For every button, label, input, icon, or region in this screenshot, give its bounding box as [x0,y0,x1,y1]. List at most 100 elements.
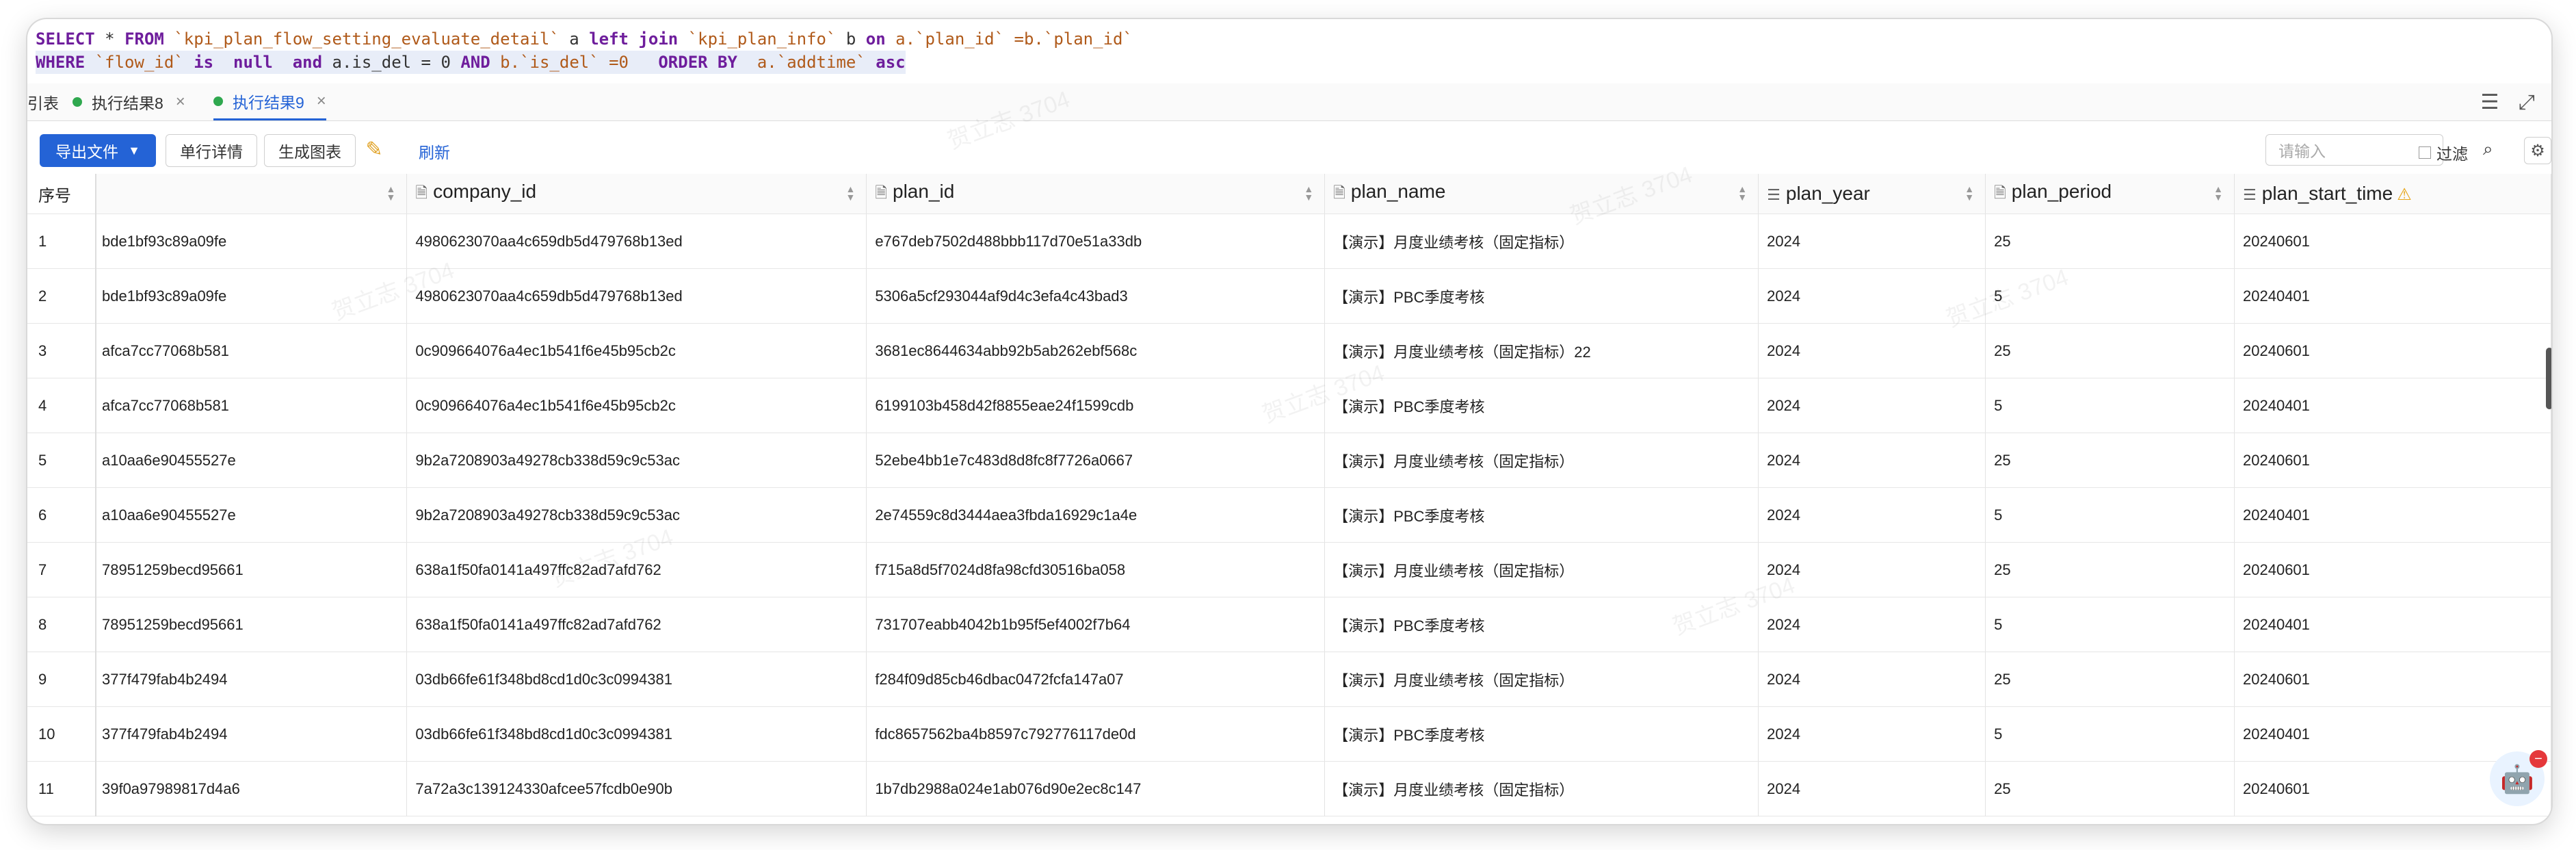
cell-plan-year[interactable]: 2024 [1758,487,1986,543]
column-header-plan-start-time[interactable]: ☰ plan_start_time ⚠ [2234,174,2551,214]
search-icon[interactable]: ⌕ [2483,138,2493,160]
gear-icon[interactable]: ⚙ [2524,137,2551,164]
cell-id[interactable]: 78951259becd95661 [95,597,408,652]
cell-plan-name[interactable]: 【演示】PBC季度考核 [1324,706,1759,762]
cell-plan-id[interactable]: 2e74559c8d3444aea3fbda16929c1a4e [866,487,1326,543]
cell-id[interactable]: 39f0a97989817d4a6 [95,761,408,816]
cell-company-id[interactable]: 03db66fe61f348bd8cd1d0c3c0994381 [406,652,867,707]
column-header-plan-year[interactable]: ☰ plan_year ▲ ▼ [1758,174,1986,214]
cell-plan-id[interactable]: 6199103b458d42f8855eae24f1599cdb [866,378,1326,433]
cell-plan-name[interactable]: 【演示】月度业绩考核（固定指标） [1324,214,1759,269]
cell-company-id[interactable]: 9b2a7208903a49278cb338d59c9c53ac [406,433,867,488]
cell-plan-start-time[interactable]: 20240601 [2234,542,2551,597]
sort-icon[interactable]: ▲ ▼ [845,184,855,202]
cell-plan-id[interactable]: 5306a5cf293044af9d4c3efa4c43bad3 [866,268,1326,324]
search-input[interactable]: 请输入 [2265,134,2443,166]
cell-plan-name[interactable]: 【演示】月度业绩考核（固定指标）22 [1324,323,1759,378]
cell-plan-id[interactable]: 52ebe4bb1e7c483d8d8fc8f7726a0667 [866,433,1326,488]
assistant-avatar-icon[interactable]: 🤖 − [2490,750,2547,806]
cell-plan-period[interactable]: 5 [1985,378,2235,433]
cell-plan-name[interactable]: 【演示】月度业绩考核（固定指标） [1324,761,1759,816]
cell-id[interactable]: a10aa6e90455527e [95,433,408,488]
table-row[interactable]: 3 afca7cc77068b581 0c909664076a4ec1b541f6e… [27,323,2551,378]
cell-plan-start-time[interactable]: 20240401 [2234,378,2551,433]
table-row[interactable]: 5 a10aa6e90455527e 9b2a7208903a49278cb338d… [27,433,2551,488]
cell-plan-start-time[interactable]: 20240401 [2234,268,2551,324]
cell-company-id[interactable]: 0c909664076a4ec1b541f6e45b95cb2c [406,378,867,433]
table-row[interactable]: 11 39f0a97989817d4a6 7a72a3c139124330afcee… [27,761,2551,816]
cell-plan-id[interactable]: 3681ec8644634abb92b5ab262ebf568c [866,323,1326,378]
column-header-id[interactable]: ▲ ▼ [95,174,408,214]
cell-id[interactable]: bde1bf93c89a09fe [95,214,408,269]
tab-list-cut[interactable]: 引表 [27,83,59,120]
cell-plan-year[interactable]: 2024 [1758,761,1986,816]
column-header-plan-period[interactable]: 🗎 plan_period ▲ ▼ [1985,174,2235,214]
cell-plan-name[interactable]: 【演示】PBC季度考核 [1324,597,1759,652]
cell-company-id[interactable]: 03db66fe61f348bd8cd1d0c3c0994381 [406,706,867,762]
cell-plan-period[interactable]: 25 [1985,761,2235,816]
cell-plan-name[interactable]: 【演示】PBC季度考核 [1324,487,1759,543]
table-row[interactable]: 7 78951259becd95661 638a1f50fa0141a497ffc8… [27,542,2551,597]
cell-id[interactable]: bde1bf93c89a09fe [95,268,408,324]
cell-id[interactable]: a10aa6e90455527e [95,487,408,543]
cell-id[interactable]: afca7cc77068b581 [95,323,408,378]
expand-icon[interactable]: ⤢ [2514,90,2539,115]
cell-plan-period[interactable]: 25 [1985,652,2235,707]
cell-plan-name[interactable]: 【演示】月度业绩考核（固定指标） [1324,652,1759,707]
cell-plan-id[interactable]: e767deb7502d488bbb117d70e51a33db [866,214,1326,269]
cell-plan-start-time[interactable]: 20240401 [2234,706,2551,762]
column-header-plan-name[interactable]: 🗎 plan_name ▲ ▼ [1324,174,1759,214]
cell-plan-period[interactable]: 5 [1985,268,2235,324]
tab-result-9[interactable]: 执行结果9 × [213,83,326,120]
cell-plan-year[interactable]: 2024 [1758,597,1986,652]
cell-id[interactable]: 377f479fab4b2494 [95,706,408,762]
cell-plan-year[interactable]: 2024 [1758,433,1986,488]
cell-id[interactable]: 377f479fab4b2494 [95,652,408,707]
cell-id[interactable]: 78951259becd95661 [95,542,408,597]
cell-plan-id[interactable]: 731707eabb4042b1b95f5ef4002f7b64 [866,597,1326,652]
generate-chart-button[interactable]: 生成图表 [264,134,356,167]
sort-icon[interactable]: ▲ ▼ [1737,184,1747,202]
cell-plan-year[interactable]: 2024 [1758,706,1986,762]
cell-plan-year[interactable]: 2024 [1758,268,1986,324]
cell-plan-name[interactable]: 【演示】月度业绩考核（固定指标） [1324,433,1759,488]
edit-pen-icon[interactable]: ✎ [363,138,386,162]
cell-id[interactable]: afca7cc77068b581 [95,378,408,433]
cell-plan-period[interactable]: 25 [1985,323,2235,378]
cell-plan-start-time[interactable]: 20240601 [2234,433,2551,488]
cell-plan-year[interactable]: 2024 [1758,652,1986,707]
table-row[interactable]: 1 bde1bf93c89a09fe 4980623070aa4c659db5d47… [27,214,2551,269]
table-row[interactable]: 10 377f479fab4b2494 03db66fe61f348bd8cd1d0… [27,706,2551,762]
cell-company-id[interactable]: 0c909664076a4ec1b541f6e45b95cb2c [406,323,867,378]
sort-icon[interactable]: ▲ ▼ [1964,184,1974,202]
cell-plan-period[interactable]: 25 [1985,433,2235,488]
cell-plan-id[interactable]: f715a8d5f7024d8fa98cfd30516ba058 [866,542,1326,597]
cell-company-id[interactable]: 638a1f50fa0141a497ffc82ad7afd762 [406,597,867,652]
cell-plan-period[interactable]: 25 [1985,542,2235,597]
cell-plan-year[interactable]: 2024 [1758,542,1986,597]
table-row[interactable]: 6 a10aa6e90455527e 9b2a7208903a49278cb338d… [27,487,2551,543]
vertical-scrollbar[interactable] [2546,348,2551,409]
cell-plan-start-time[interactable]: 20240601 [2234,323,2551,378]
cell-company-id[interactable]: 9b2a7208903a49278cb338d59c9c53ac [406,487,867,543]
column-header-company-id[interactable]: 🗎 company_id ▲ ▼ [406,174,867,214]
close-icon[interactable]: × [317,92,326,111]
cell-plan-name[interactable]: 【演示】月度业绩考核（固定指标） [1324,542,1759,597]
hamburger-menu-icon[interactable]: ☰ [2478,90,2502,115]
refresh-link[interactable]: 刷新 [419,140,450,163]
sql-editor[interactable]: SELECT * FROM `kpi_plan_flow_setting_eva… [27,19,2551,77]
table-row[interactable]: 4 afca7cc77068b581 0c909664076a4ec1b541f6e… [27,378,2551,433]
close-icon[interactable]: × [176,92,185,112]
table-row[interactable]: 9 377f479fab4b2494 03db66fe61f348bd8cd1d0c… [27,652,2551,707]
cell-company-id[interactable]: 4980623070aa4c659db5d479768b13ed [406,214,867,269]
cell-company-id[interactable]: 4980623070aa4c659db5d479768b13ed [406,268,867,324]
cell-plan-id[interactable]: 1b7db2988a024e1ab076d90e2ec8c147 [866,761,1326,816]
cell-company-id[interactable]: 7a72a3c139124330afcee57fcdb0e90b [406,761,867,816]
filter-checkbox[interactable]: 过滤 [2419,141,2468,164]
cell-plan-year[interactable]: 2024 [1758,323,1986,378]
sort-icon[interactable]: ▲ ▼ [2213,184,2223,202]
cell-plan-name[interactable]: 【演示】PBC季度考核 [1324,378,1759,433]
export-file-button[interactable]: 导出文件 ▼ [40,134,156,167]
cell-plan-start-time[interactable]: 20240401 [2234,487,2551,543]
sort-icon[interactable]: ▲ ▼ [1304,184,1313,202]
